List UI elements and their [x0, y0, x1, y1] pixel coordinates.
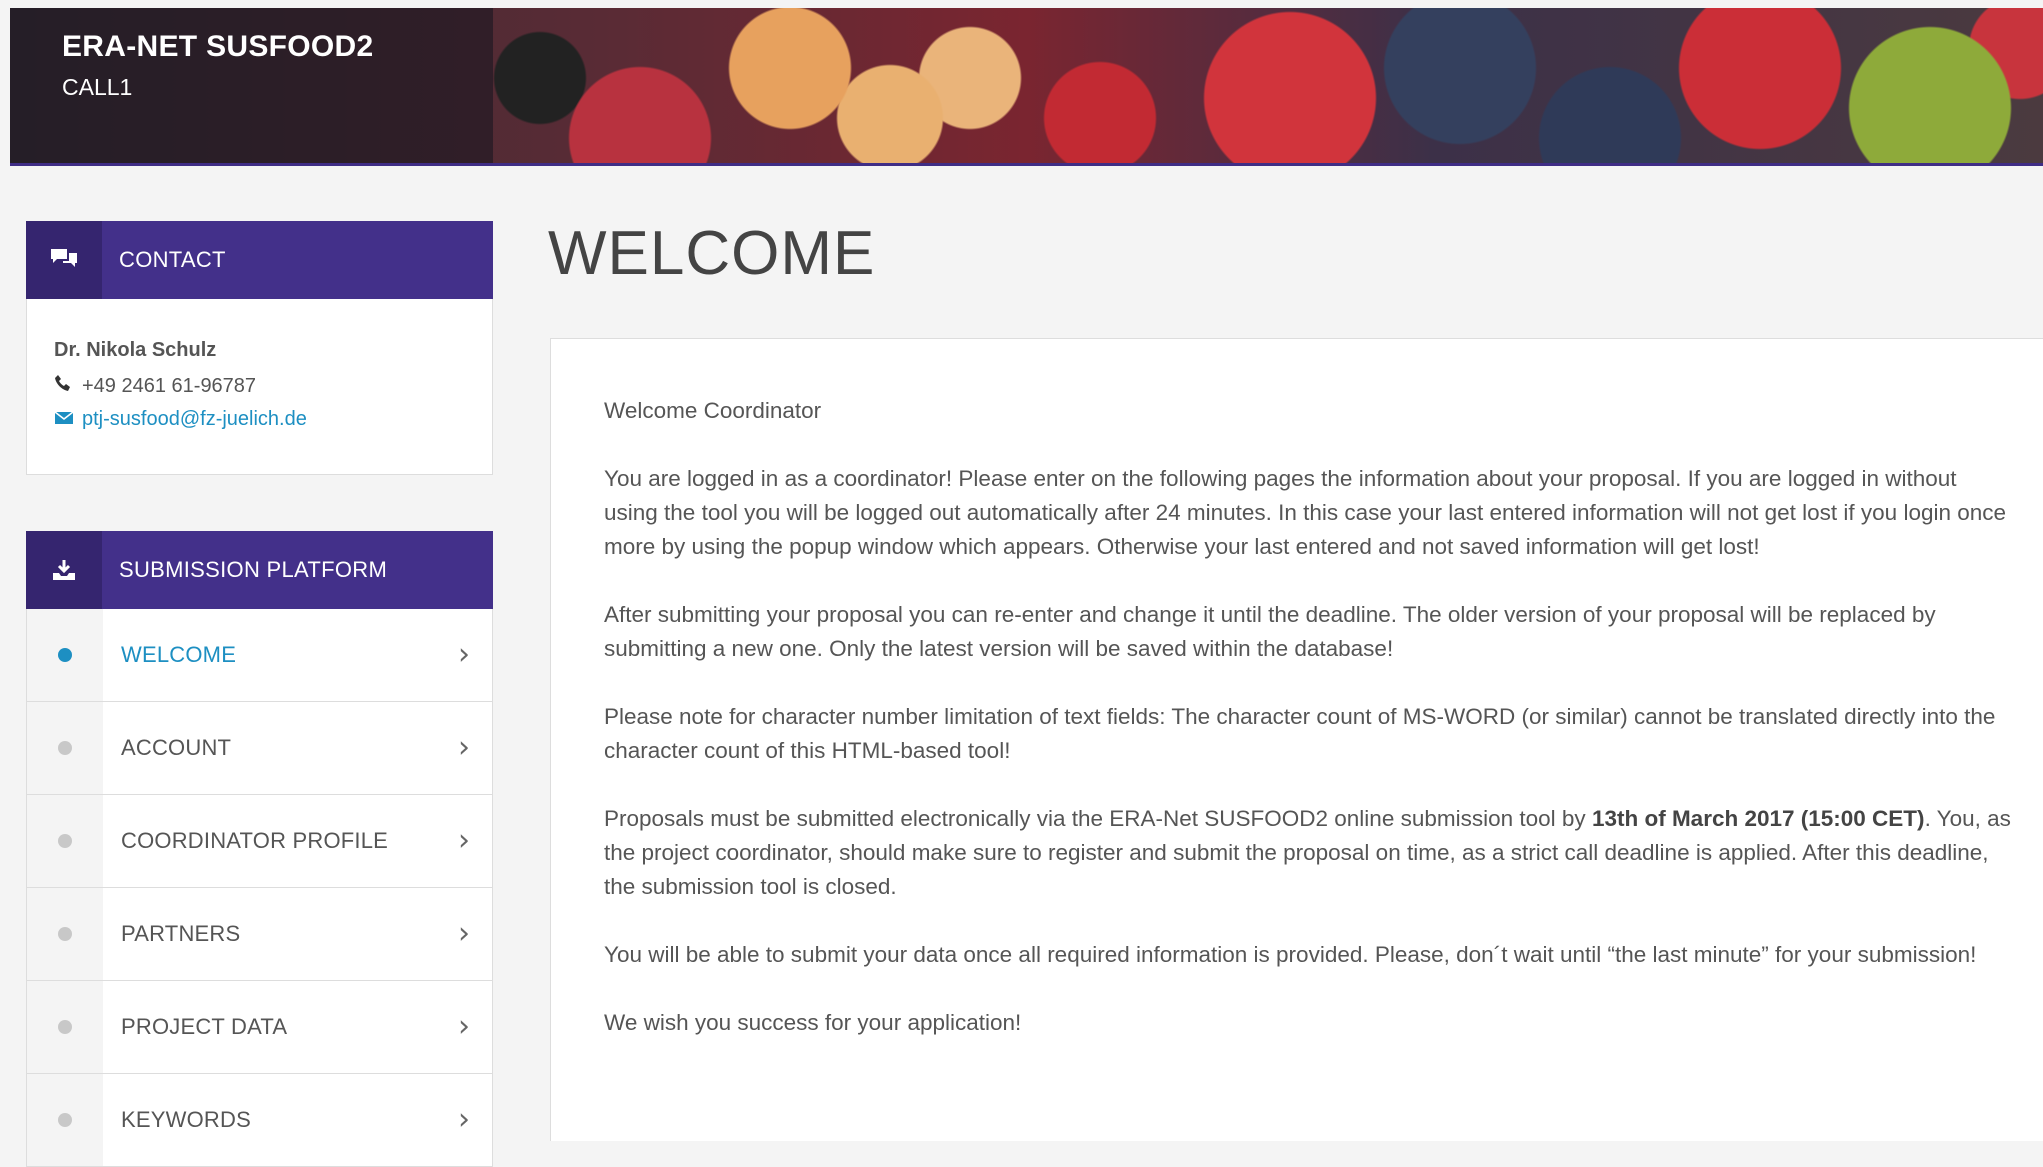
- contact-email-value[interactable]: ptj-susfood@fz-juelich.de: [82, 408, 307, 430]
- download-tray-icon: [26, 531, 102, 609]
- chevron-right-icon: ›: [458, 823, 470, 858]
- contact-name: Dr. Nikola Schulz: [54, 339, 217, 361]
- nav-bullet-col: [27, 795, 103, 887]
- paragraph-good-luck: We wish you success for your application…: [604, 1010, 1022, 1035]
- phone-icon: [54, 374, 82, 398]
- bullet-icon: [58, 927, 72, 941]
- nav-item-coordinator-profile[interactable]: COORDINATOR PROFILE ›: [26, 795, 493, 888]
- chevron-right-icon: ›: [458, 637, 470, 672]
- paragraph-submit-reminder: You will be able to submit your data onc…: [604, 942, 1977, 967]
- paragraph-character-limit: Please note for character number limitat…: [604, 704, 1996, 763]
- paragraph-deadline: Proposals must be submitted electronical…: [604, 802, 2014, 904]
- bullet-icon: [58, 834, 72, 848]
- contact-panel-body: Dr. Nikola Schulz +49 2461 61-96787 ptj-…: [26, 299, 493, 475]
- site-title[interactable]: ERA-NET SUSFOOD2: [62, 30, 374, 64]
- nav-label-welcome: WELCOME: [121, 642, 237, 667]
- nav-bullet-col: [27, 981, 103, 1073]
- nav-label-keywords: KEYWORDS: [121, 1107, 251, 1132]
- page-title: WELCOME: [548, 219, 876, 288]
- deadline-date: 13th of March 2017 (15:00 CET): [1591, 806, 1925, 831]
- chevron-right-icon: ›: [458, 730, 470, 765]
- nav-item-partners[interactable]: PARTNERS ›: [26, 888, 493, 981]
- bullet-icon: [58, 741, 72, 755]
- contact-heading: CONTACT: [119, 247, 226, 272]
- contact-panel-header: CONTACT: [26, 221, 493, 299]
- nav-label-partners: PARTNERS: [121, 921, 241, 946]
- nav-item-project-data[interactable]: PROJECT DATA ›: [26, 981, 493, 1074]
- header-divider: [10, 163, 2043, 166]
- nav-item-welcome[interactable]: WELCOME ›: [26, 609, 493, 702]
- nav-bullet-col: [27, 609, 103, 701]
- nav-item-account[interactable]: ACCOUNT ›: [26, 702, 493, 795]
- chat-bubbles-icon: [26, 221, 102, 299]
- submission-nav: WELCOME › ACCOUNT › COORDINATOR PROFILE …: [26, 609, 493, 1167]
- welcome-content-panel: Welcome Coordinator You are logged in as…: [550, 338, 2043, 1141]
- nav-bullet-col: [27, 1074, 103, 1166]
- nav-bullet-col: [27, 702, 103, 794]
- greeting-text: Welcome Coordinator: [604, 398, 822, 423]
- contact-email-link[interactable]: ptj-susfood@fz-juelich.de: [54, 408, 307, 431]
- nav-label-project-data: PROJECT DATA: [121, 1014, 288, 1039]
- chevron-right-icon: ›: [458, 1102, 470, 1137]
- paragraph-resubmit-info: After submitting your proposal you can r…: [604, 602, 1936, 661]
- welcome-text: Welcome Coordinator You are logged in as…: [604, 394, 2014, 1074]
- submission-panel-header: SUBMISSION PLATFORM: [26, 531, 493, 609]
- bullet-icon: [58, 1020, 72, 1034]
- bullet-icon: [58, 1113, 72, 1127]
- active-bullet-icon: [58, 648, 72, 662]
- chevron-right-icon: ›: [458, 1009, 470, 1044]
- deadline-text-a: Proposals must be submitted electronical…: [604, 806, 1592, 831]
- nav-bullet-col: [27, 888, 103, 980]
- envelope-icon: [54, 408, 82, 431]
- contact-phone: +49 2461 61-96787: [54, 374, 256, 398]
- site-subtitle: CALL1: [62, 74, 133, 100]
- chevron-right-icon: ›: [458, 916, 470, 951]
- submission-heading: SUBMISSION PLATFORM: [119, 557, 388, 582]
- nav-label-account: ACCOUNT: [121, 735, 232, 760]
- paragraph-login-info: You are logged in as a coordinator! Plea…: [604, 466, 2007, 559]
- nav-item-keywords[interactable]: KEYWORDS ›: [26, 1074, 493, 1167]
- contact-phone-value: +49 2461 61-96787: [82, 375, 257, 397]
- nav-label-coordinator-profile: COORDINATOR PROFILE: [121, 828, 389, 853]
